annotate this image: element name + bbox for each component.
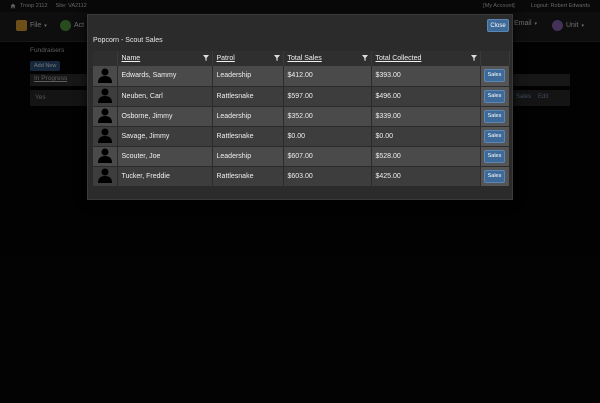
table-row: Neuben, Carl Rattlesnake $597.00 $496.00… <box>93 86 510 107</box>
filter-icon[interactable] <box>202 55 209 61</box>
person-silhouette-icon <box>97 88 112 103</box>
scout-name: Savage, Jimmy <box>117 126 213 147</box>
scout-total-collected: $393.00 <box>371 66 481 87</box>
table-header: Name Patrol Total Sales Total Collected <box>93 51 510 66</box>
scout-patrol: Rattlesnake <box>212 166 284 187</box>
scout-total-sales: $0.00 <box>283 126 372 147</box>
scout-patrol: Leadership <box>212 146 284 167</box>
table-row: Edwards, Sammy Leadership $412.00 $393.0… <box>93 66 510 87</box>
scout-name: Neuben, Carl <box>117 86 213 107</box>
avatar <box>93 166 118 187</box>
sales-button[interactable]: Sales <box>484 69 505 83</box>
scout-total-sales: $603.00 <box>283 166 372 187</box>
scout-patrol: Rattlesnake <box>212 86 284 107</box>
scout-total-sales: $412.00 <box>283 66 372 87</box>
table-row: Osborne, Jimmy Leadership $352.00 $339.0… <box>93 106 510 127</box>
sales-button[interactable]: Sales <box>484 109 505 123</box>
scout-sales-table: Name Patrol Total Sales Total Collected <box>93 51 510 187</box>
scout-name: Osborne, Jimmy <box>117 106 213 127</box>
row-action-cell: Sales <box>480 106 510 127</box>
sales-button[interactable]: Sales <box>484 169 505 183</box>
scout-total-collected: $0.00 <box>371 126 481 147</box>
scout-sales-modal: Close Popcorn - Scout Sales Name Patrol <box>87 14 513 200</box>
avatar <box>93 66 118 87</box>
avatar <box>93 86 118 107</box>
row-action-cell: Sales <box>480 166 510 187</box>
row-action-cell: Sales <box>480 126 510 147</box>
modal-title: Popcorn - Scout Sales <box>93 37 163 44</box>
table-row: Scouter, Joe Leadership $607.00 $528.00 … <box>93 146 510 167</box>
scout-name: Tucker, Freddie <box>117 166 213 187</box>
scout-patrol: Rattlesnake <box>212 126 284 147</box>
scout-patrol: Leadership <box>212 66 284 87</box>
scout-total-sales: $352.00 <box>283 106 372 127</box>
filter-icon[interactable] <box>470 55 477 61</box>
person-silhouette-icon <box>97 168 112 183</box>
scout-name: Edwards, Sammy <box>117 66 213 87</box>
table-row: Savage, Jimmy Rattlesnake $0.00 $0.00 Sa… <box>93 126 510 147</box>
sales-button[interactable]: Sales <box>484 129 505 143</box>
scout-total-collected: $528.00 <box>371 146 481 167</box>
person-silhouette-icon <box>97 68 112 83</box>
action-column-header <box>480 51 510 66</box>
scout-total-collected: $339.00 <box>371 106 481 127</box>
person-silhouette-icon <box>97 108 112 123</box>
scout-total-sales: $597.00 <box>283 86 372 107</box>
column-header-total-collected[interactable]: Total Collected <box>371 51 481 66</box>
photo-column-header <box>93 51 118 66</box>
person-silhouette-icon <box>97 148 112 163</box>
row-action-cell: Sales <box>480 66 510 87</box>
column-header-patrol[interactable]: Patrol <box>212 51 284 66</box>
filter-icon[interactable] <box>273 55 280 61</box>
avatar <box>93 106 118 127</box>
column-header-total-sales[interactable]: Total Sales <box>283 51 372 66</box>
avatar <box>93 126 118 147</box>
sales-button[interactable]: Sales <box>484 149 505 163</box>
sales-button[interactable]: Sales <box>484 89 505 103</box>
avatar <box>93 146 118 167</box>
scout-total-sales: $607.00 <box>283 146 372 167</box>
close-button[interactable]: Close <box>487 19 509 32</box>
row-action-cell: Sales <box>480 146 510 167</box>
scout-patrol: Leadership <box>212 106 284 127</box>
scout-total-collected: $425.00 <box>371 166 481 187</box>
person-silhouette-icon <box>97 128 112 143</box>
filter-icon[interactable] <box>361 55 368 61</box>
scout-name: Scouter, Joe <box>117 146 213 167</box>
column-header-name[interactable]: Name <box>117 51 213 66</box>
row-action-cell: Sales <box>480 86 510 107</box>
table-row: Tucker, Freddie Rattlesnake $603.00 $425… <box>93 166 510 187</box>
scout-total-collected: $496.00 <box>371 86 481 107</box>
